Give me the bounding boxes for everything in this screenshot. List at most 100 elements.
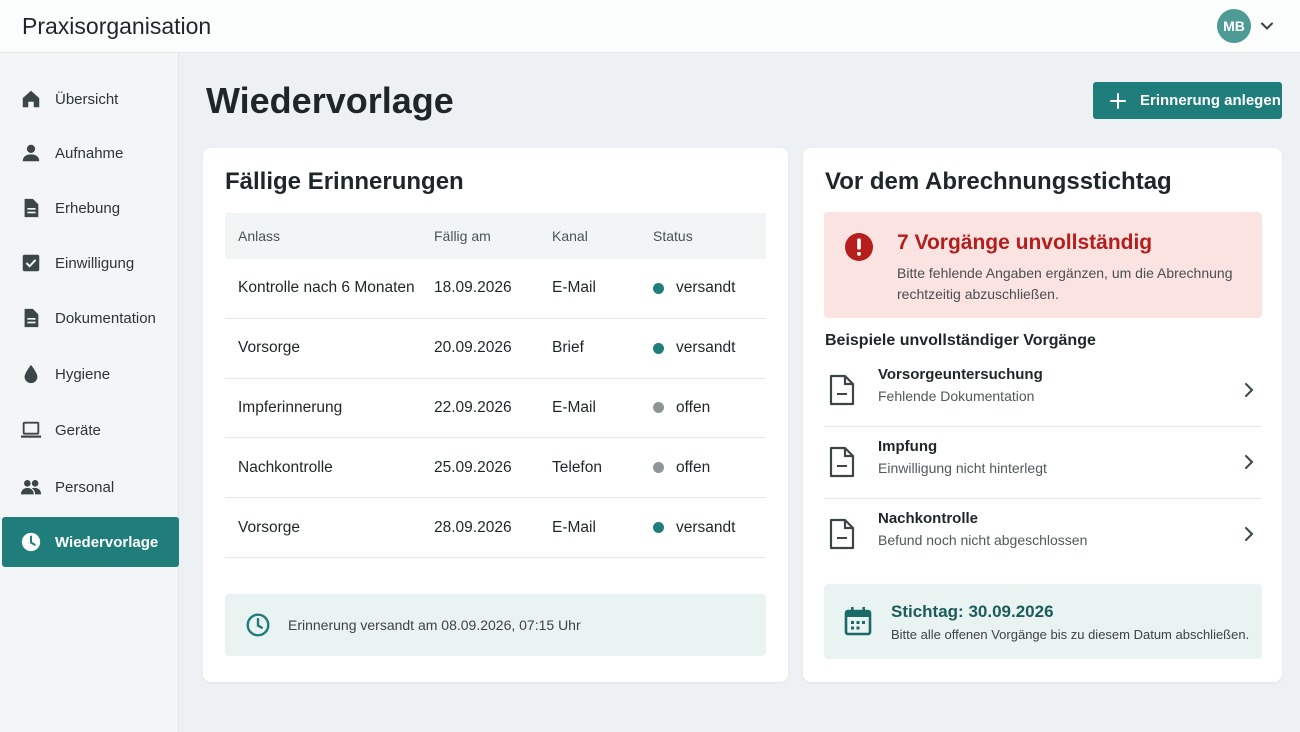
incomplete-alert: 7 Vorgänge unvollständig Bitte fehlende … <box>824 212 1262 318</box>
cell-anlass: Kontrolle nach 6 Monaten <box>238 279 415 297</box>
document-icon <box>19 196 43 220</box>
add-reminder-button[interactable]: Erinnerung anlegen <box>1093 82 1282 119</box>
sidebar-item-label: Personal <box>55 478 115 496</box>
column-header-faellig: Fällig am <box>434 228 491 244</box>
cell-faellig: 22.09.2026 <box>434 398 512 416</box>
sidebar-item-label: Einwilligung <box>55 254 135 272</box>
status-dot <box>653 522 664 534</box>
sidebar-item-aufnahme[interactable]: Aufnahme <box>2 128 179 178</box>
sidebar-item-hygiene[interactable]: Hygiene <box>2 349 179 399</box>
cell-kanal: E-Mail <box>552 518 596 536</box>
deadline-box: Stichtag: 30.09.2026 Bitte alle offenen … <box>824 584 1262 659</box>
cell-kanal: E-Mail <box>552 398 596 416</box>
top-bar: Praxisorganisation MB <box>0 0 1300 53</box>
status-dot <box>653 462 664 474</box>
status-label: versandt <box>676 339 736 357</box>
billing-card: Vor dem Abrechnungsstichtag 7 Vorgänge u… <box>803 148 1282 682</box>
status-dot <box>653 342 664 354</box>
case-item-nachkontrolle[interactable]: Nachkontrolle Befund noch nicht abgeschl… <box>824 500 1262 571</box>
chevron-right-icon <box>1245 383 1254 397</box>
case-title: Nachkontrolle <box>878 510 979 527</box>
sidebar-item-label: Aufnahme <box>55 144 124 162</box>
cell-status: offen <box>641 399 766 417</box>
user-avatar[interactable]: MB <box>1217 9 1251 43</box>
sidebar-item-geraete[interactable]: Geräte <box>2 405 179 455</box>
case-item-impfung[interactable]: Impfung Einwilligung nicht hinterlegt <box>824 428 1262 499</box>
status-label: offen <box>676 458 711 476</box>
sidebar-item-wiedervorlage[interactable]: Wiedervorlage <box>2 517 179 567</box>
cell-anlass: Vorsorge <box>238 518 301 536</box>
deadline-title: Stichtag: 30.09.2026 <box>891 602 1054 621</box>
deadline-text: Bitte alle offenen Vorgänge bis zu diese… <box>891 627 1250 642</box>
table-row[interactable]: Kontrolle nach 6 Monaten 18.09.2026 E-Mail… <box>225 259 766 319</box>
sidebar-item-erhebung[interactable]: Erhebung <box>2 183 179 233</box>
sidebar-item-label: Geräte <box>55 421 101 439</box>
column-header-status: Status <box>653 228 693 244</box>
reminders-card: Fällige Erinnerungen Anlass Fällig am Ka… <box>203 148 788 682</box>
chevron-down-icon[interactable] <box>1259 18 1275 34</box>
plus-icon <box>1110 92 1126 109</box>
status-label: versandt <box>676 279 736 297</box>
sidebar-item-label: Übersicht <box>55 90 119 108</box>
drop-icon <box>19 362 43 386</box>
laptop-icon <box>19 418 43 442</box>
sidebar-item-label: Hygiene <box>55 365 111 383</box>
document-icon <box>829 374 855 406</box>
reminder-info-text: Erinnerung versandt am 08.09.2026, 07:15… <box>288 617 581 633</box>
billing-title: Vor dem Abrechnungsstichtag <box>825 168 1172 195</box>
sidebar-item-label: Erhebung <box>55 199 121 217</box>
reminders-title: Fällige Erinnerungen <box>225 168 464 195</box>
status-dot <box>653 282 664 294</box>
home-icon <box>19 87 43 111</box>
case-subtitle: Befund noch nicht abgeschlossen <box>878 532 1088 548</box>
sidebar: Übersicht Aufnahme Erhebung Einwilligung… <box>0 53 179 732</box>
column-header-anlass: Anlass <box>238 228 281 244</box>
status-label: versandt <box>676 518 736 536</box>
reminders-table: Anlass Fällig am Kanal Status Kontrolle … <box>225 213 766 558</box>
column-header-kanal: Kanal <box>552 228 588 244</box>
chevron-right-icon <box>1245 455 1254 469</box>
cell-kanal: Brief <box>552 339 584 357</box>
case-subtitle: Einwilligung nicht hinterlegt <box>878 460 1047 476</box>
table-row[interactable]: Vorsorge 20.09.2026 Brief versandt <box>225 319 766 379</box>
clock-icon <box>246 613 270 637</box>
document-icon <box>829 446 855 478</box>
chevron-right-icon <box>1245 527 1254 541</box>
sidebar-item-uebersicht[interactable]: Übersicht <box>2 74 179 124</box>
cell-faellig: 20.09.2026 <box>434 339 512 357</box>
status-dot <box>653 402 664 414</box>
cell-status: versandt <box>641 339 766 357</box>
cell-anlass: Nachkontrolle <box>238 458 333 476</box>
app-title: Praxisorganisation <box>22 13 212 39</box>
sidebar-item-einwilligung[interactable]: Einwilligung <box>2 238 179 288</box>
table-header: Anlass Fällig am Kanal Status <box>225 213 766 259</box>
cell-faellig: 25.09.2026 <box>434 458 512 476</box>
cell-status: versandt <box>641 519 766 537</box>
alert-text: Bitte fehlende Angaben ergänzen, um die … <box>897 265 1233 302</box>
cell-faellig: 18.09.2026 <box>434 279 512 297</box>
cell-faellig: 28.09.2026 <box>434 518 512 536</box>
document-icon <box>19 306 43 330</box>
table-row[interactable]: Nachkontrolle 25.09.2026 Telefon offen <box>225 438 766 499</box>
reminder-info-box: Erinnerung versandt am 08.09.2026, 07:15… <box>225 594 766 656</box>
cell-kanal: E-Mail <box>552 279 596 297</box>
table-row[interactable]: Vorsorge 28.09.2026 E-Mail versandt <box>225 498 766 558</box>
cell-kanal: Telefon <box>552 458 602 476</box>
case-subtitle: Fehlende Dokumentation <box>878 388 1035 404</box>
sidebar-item-label: Dokumentation <box>55 309 156 327</box>
examples-title: Beispiele unvollständiger Vorgänge <box>825 332 1096 349</box>
sidebar-item-label: Wiedervorlage <box>55 533 159 551</box>
sidebar-item-dokumentation[interactable]: Dokumentation <box>2 293 179 343</box>
page-title: Wiedervorlage <box>206 80 454 121</box>
case-item-vorsorgeuntersuchung[interactable]: Vorsorgeuntersuchung Fehlende Dokumentat… <box>824 356 1262 427</box>
clock-icon <box>19 530 43 554</box>
cell-status: versandt <box>641 279 766 297</box>
error-icon <box>845 233 873 261</box>
table-body: Kontrolle nach 6 Monaten 18.09.2026 E-Mail… <box>225 259 766 558</box>
checkbox-icon <box>19 251 43 275</box>
alert-title: 7 Vorgänge unvollständig <box>897 231 1153 254</box>
sidebar-item-personal[interactable]: Personal <box>2 462 179 512</box>
cell-status: offen <box>641 459 766 477</box>
table-row[interactable]: Impferinnerung 22.09.2026 E-Mail offen <box>225 379 766 439</box>
cell-anlass: Impferinnerung <box>238 398 343 416</box>
